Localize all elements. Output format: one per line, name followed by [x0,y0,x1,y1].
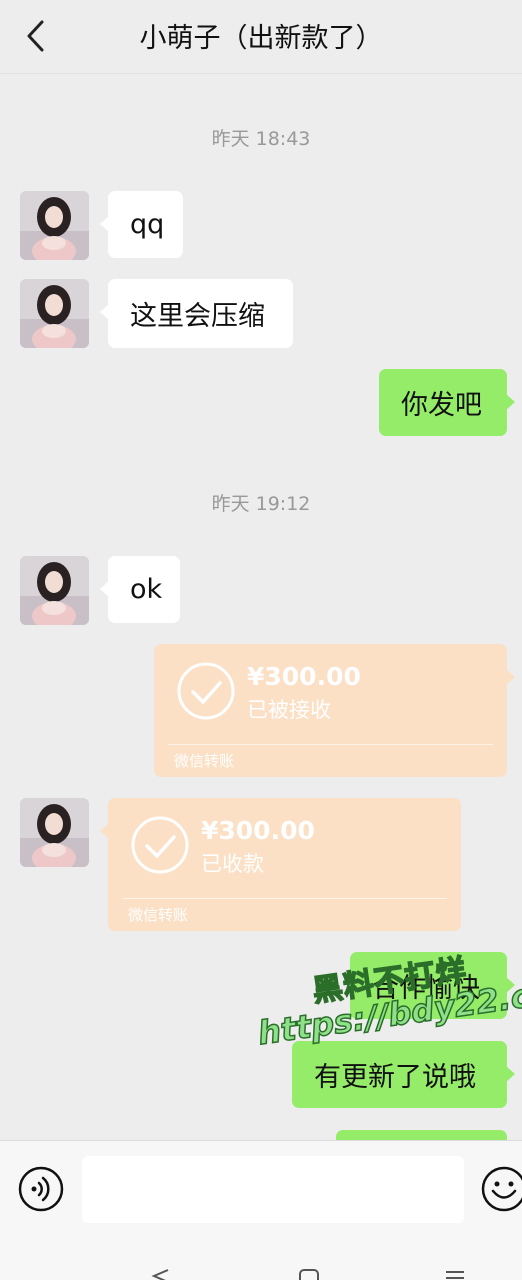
message-bubble[interactable]: qq [100,191,183,258]
transfer-amount: ¥300.00 [201,816,315,845]
chat-title: 小萌子（出新款了） [139,23,383,54]
avatar[interactable] [20,798,89,867]
input-bar [0,1140,522,1240]
message-bubble-sent[interactable]: 你发吧 [379,369,515,436]
transfer-amount: ¥300.00 [247,662,361,691]
nav-menu-icon[interactable] [444,1268,466,1280]
transfer-card-sent[interactable]: ¥300.00 已被接收 微信转账 [154,644,515,777]
nav-home-icon[interactable] [298,1268,320,1280]
message-text: qq [130,209,165,240]
message-text: ok [130,574,163,605]
check-circle-icon [177,662,235,720]
avatar-image [20,191,89,260]
transfer-label: 微信转账 [128,906,189,924]
avatar[interactable] [20,279,89,348]
transfer-status: 已被接收 [247,698,331,722]
timestamp: 昨天 19:12 [211,493,311,515]
voice-button[interactable] [18,1166,64,1212]
message-text: 你发吧 [401,390,482,421]
emoji-button[interactable] [481,1166,522,1212]
emoji-icon [481,1166,522,1212]
avatar[interactable] [20,191,89,260]
message-bubble[interactable]: 这里会压缩 [100,279,293,348]
message-text: 这里会压缩 [130,301,265,332]
transfer-label: 微信转账 [174,752,235,770]
message-bubble[interactable]: ok [100,556,180,623]
back-button[interactable] [14,14,58,58]
transfer-status: 已收款 [201,852,264,876]
avatar-image [20,279,89,348]
message-input[interactable] [82,1156,464,1223]
system-nav-bar [0,1240,522,1280]
avatar-image [20,798,89,867]
voice-icon [18,1166,64,1212]
avatar-image [20,556,89,625]
avatar[interactable] [20,556,89,625]
nav-back-icon[interactable] [150,1268,170,1280]
chevron-left-icon [27,20,44,52]
message-text: 有更新了说哦 [314,1062,476,1093]
timestamp: 昨天 18:43 [211,128,311,150]
divider [168,744,493,745]
transfer-card-received[interactable]: ¥300.00 已收款 微信转账 [100,798,461,931]
divider [122,898,447,899]
chat-header: 小萌子（出新款了） [0,0,522,74]
check-circle-icon [131,816,189,874]
